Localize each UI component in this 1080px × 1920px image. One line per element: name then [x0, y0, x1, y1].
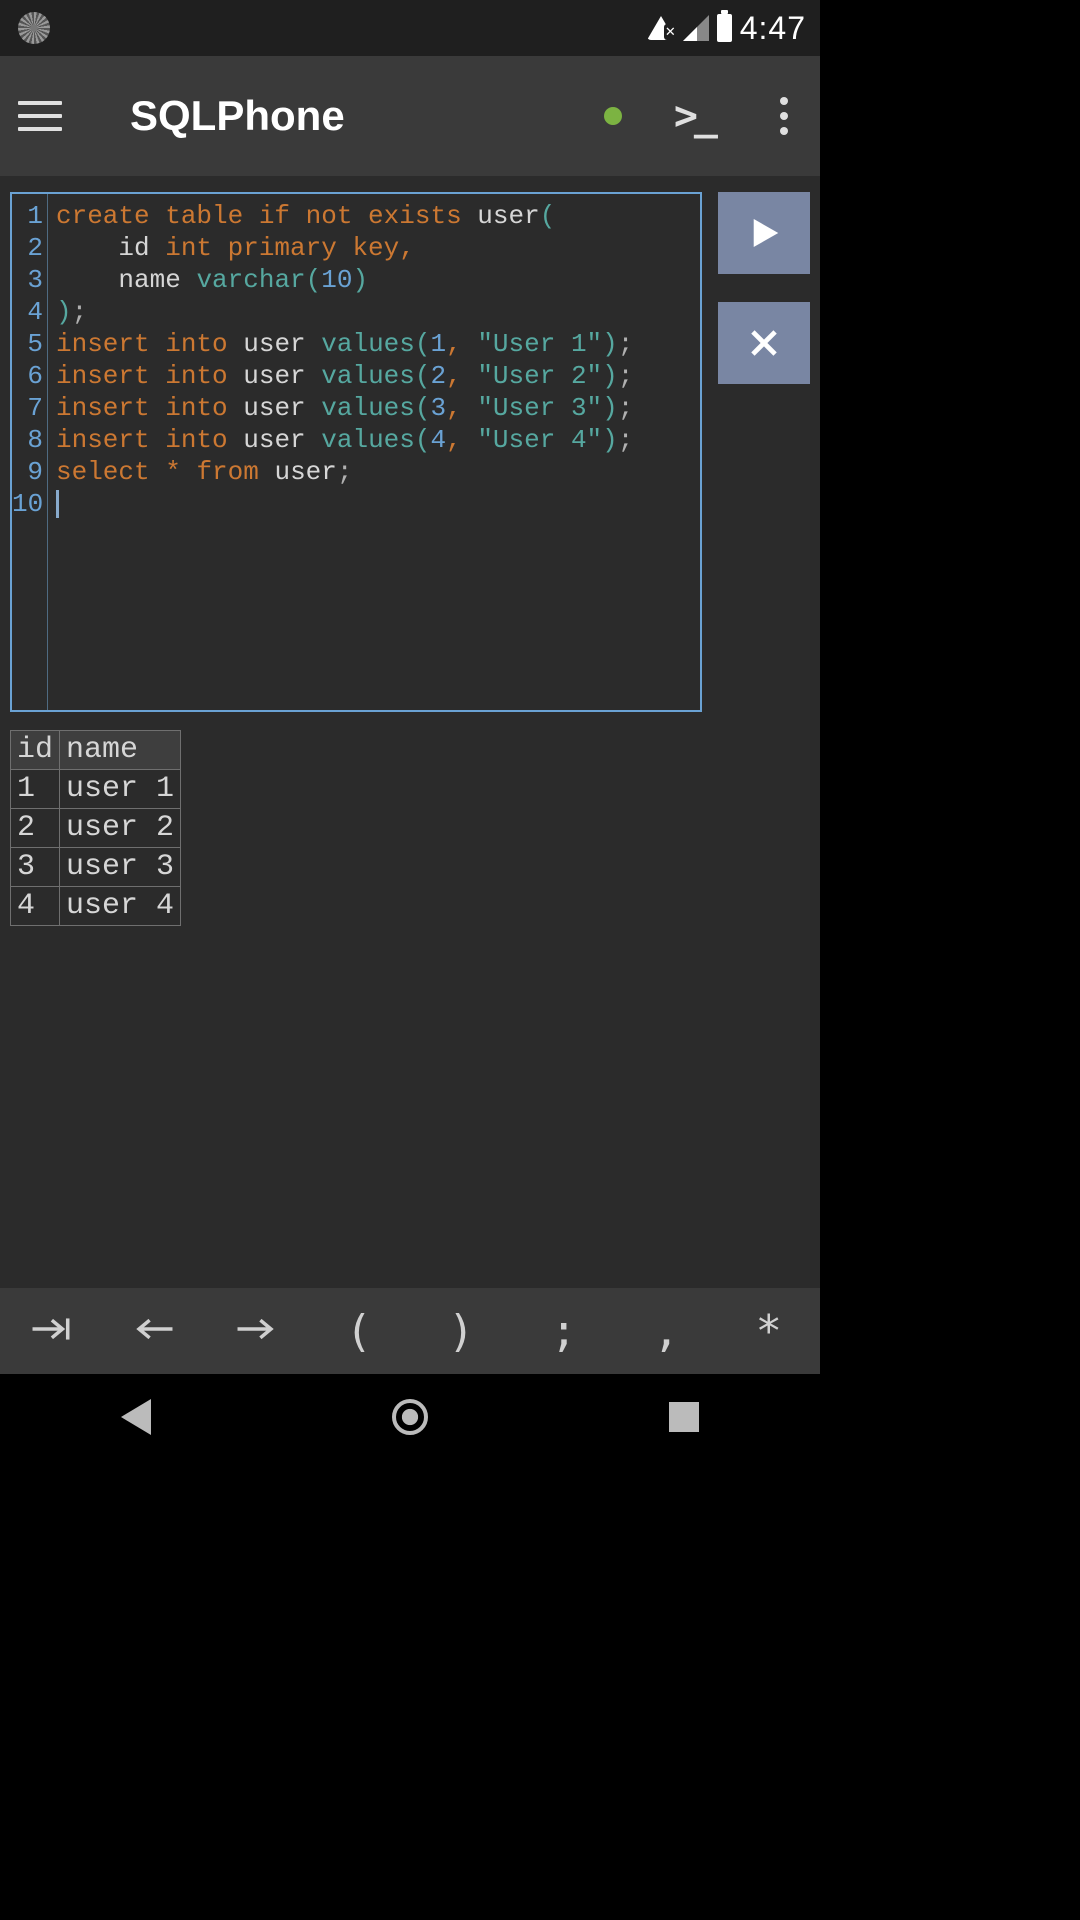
- arrow-left-key[interactable]: [103, 1306, 206, 1357]
- comma-key[interactable]: ,: [615, 1306, 718, 1357]
- status-bar: 4:47: [0, 0, 820, 56]
- close-icon: [745, 324, 783, 362]
- run-button[interactable]: [718, 192, 810, 274]
- result-header: id: [11, 731, 60, 770]
- table-row: 2user 2: [11, 809, 181, 848]
- lparen-key[interactable]: (: [308, 1306, 411, 1357]
- symbol-shortcut-bar: ( ) ; , *: [0, 1288, 820, 1374]
- app-title: SQLPhone: [130, 92, 345, 140]
- terminal-button[interactable]: >_: [674, 93, 714, 139]
- overflow-menu-button[interactable]: [766, 91, 802, 141]
- loading-spinner-icon: [18, 12, 50, 44]
- sql-editor[interactable]: 12345678910 create table if not exists u…: [10, 192, 702, 712]
- nav-back-button[interactable]: [121, 1399, 151, 1435]
- result-table: idname1user 12user 23user 34user 4: [10, 730, 810, 926]
- play-icon: [745, 214, 783, 252]
- rparen-key[interactable]: ): [410, 1306, 513, 1357]
- connection-status-dot: [604, 107, 622, 125]
- status-clock: 4:47: [740, 10, 806, 47]
- wifi-icon: [647, 16, 675, 40]
- table-row: 4user 4: [11, 887, 181, 926]
- semicolon-key[interactable]: ;: [513, 1306, 616, 1357]
- battery-icon: [717, 14, 732, 42]
- line-number-gutter: 12345678910: [12, 194, 48, 710]
- app-bar: SQLPhone >_: [0, 56, 820, 176]
- arrow-left-icon: [132, 1312, 176, 1346]
- table-row: 3user 3: [11, 848, 181, 887]
- clear-button[interactable]: [718, 302, 810, 384]
- menu-button[interactable]: [18, 101, 62, 131]
- nav-recent-button[interactable]: [669, 1402, 699, 1432]
- arrow-right-key[interactable]: [205, 1306, 308, 1357]
- cell-signal-icon: [683, 15, 709, 41]
- table-row: 1user 1: [11, 770, 181, 809]
- arrow-right-icon: [234, 1312, 278, 1346]
- code-area[interactable]: create table if not exists user( id int …: [48, 194, 700, 710]
- asterisk-key[interactable]: *: [718, 1306, 821, 1357]
- tab-icon: [29, 1312, 73, 1346]
- result-header: name: [60, 731, 181, 770]
- nav-home-button[interactable]: [392, 1399, 428, 1435]
- system-nav-bar: [0, 1374, 820, 1460]
- tab-key[interactable]: [0, 1306, 103, 1357]
